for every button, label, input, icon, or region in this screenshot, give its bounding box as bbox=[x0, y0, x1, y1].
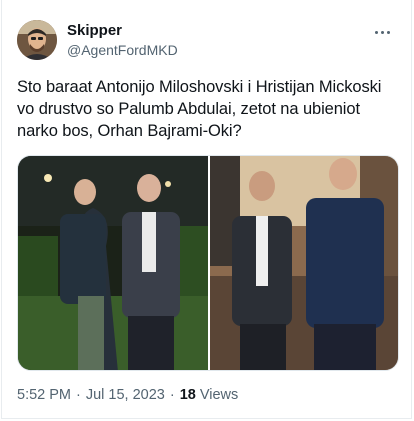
tweet-card: Skipper @AgentFordMKD Sto baraat Antonij… bbox=[1, 0, 412, 419]
tweet-meta: 5:52 PM · Jul 15, 2023 · 18 Views bbox=[17, 387, 238, 403]
more-horizontal-icon[interactable] bbox=[369, 22, 395, 42]
tweet-media[interactable] bbox=[17, 155, 399, 371]
photo-left[interactable] bbox=[18, 156, 208, 370]
tweet-text: Sto baraat Antonijo Miloshovski i Hristi… bbox=[17, 78, 382, 140]
tweet-header: Skipper @AgentFordMKD bbox=[17, 18, 397, 62]
user-handle[interactable]: @AgentFordMKD bbox=[67, 41, 178, 60]
display-name[interactable]: Skipper bbox=[67, 21, 178, 40]
avatar[interactable] bbox=[17, 20, 57, 60]
views-label: Views bbox=[199, 387, 239, 403]
avatar-icon bbox=[17, 20, 57, 60]
author-names: Skipper @AgentFordMKD bbox=[67, 21, 178, 60]
views-count: 18 bbox=[179, 387, 196, 403]
meta-separator-2: · bbox=[169, 387, 175, 403]
tweet-time[interactable]: 5:52 PM bbox=[17, 387, 71, 403]
tweet-date[interactable]: Jul 15, 2023 bbox=[86, 387, 165, 403]
photo-right[interactable] bbox=[210, 156, 398, 370]
meta-separator: · bbox=[76, 387, 81, 403]
